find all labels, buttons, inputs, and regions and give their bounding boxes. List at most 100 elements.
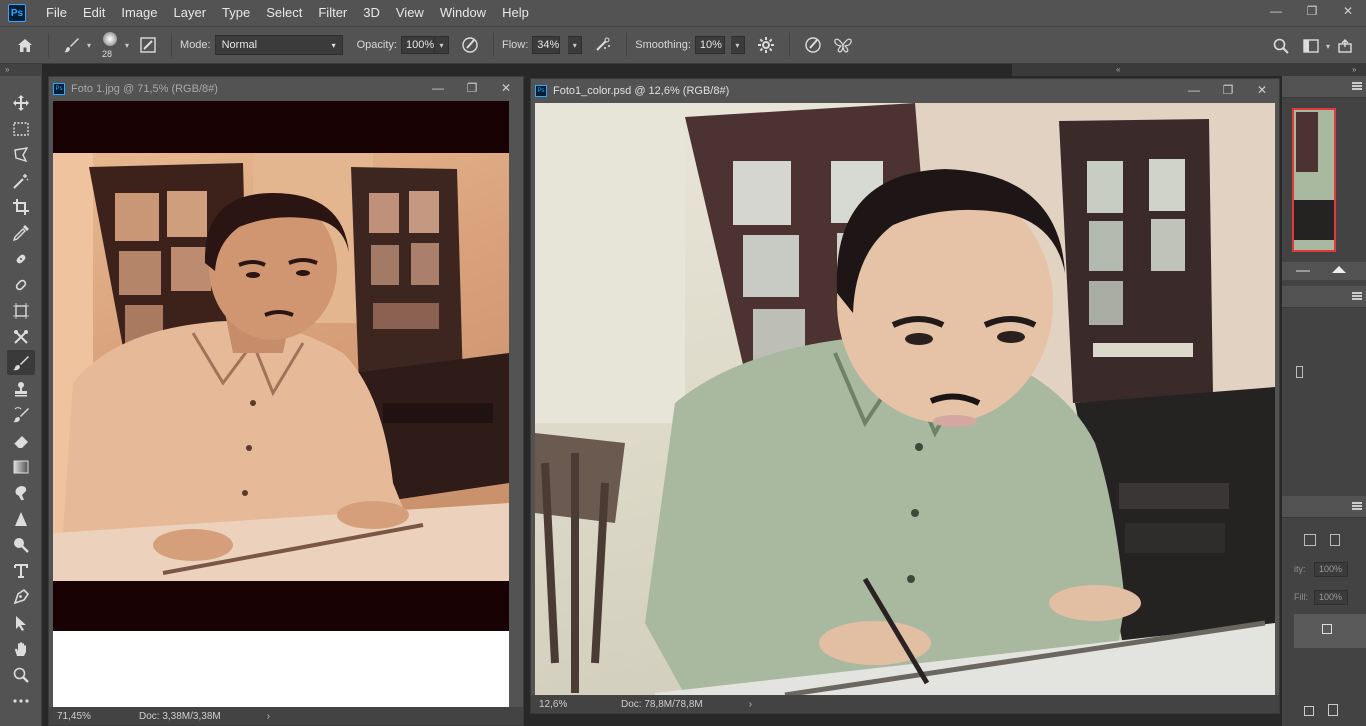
flow-field[interactable]: 34% <box>532 36 561 54</box>
menu-view[interactable]: View <box>388 0 432 26</box>
zoom-out-icon[interactable] <box>1296 270 1310 272</box>
sharpen-tool-icon[interactable] <box>7 506 35 531</box>
trash-icon[interactable] <box>1328 704 1338 716</box>
gradient-tool-icon[interactable] <box>7 454 35 479</box>
pressure-size-icon[interactable] <box>802 34 824 56</box>
zoom-tool-icon[interactable] <box>7 662 35 687</box>
menu-help[interactable]: Help <box>494 0 537 26</box>
pressure-opacity-icon[interactable] <box>459 34 481 56</box>
type-tool-icon[interactable] <box>7 558 35 583</box>
document-canvas[interactable] <box>535 103 1275 695</box>
healing-brush-tool-icon[interactable] <box>7 246 35 271</box>
restore-icon[interactable]: ❐ <box>1294 0 1330 22</box>
layer-fill-label: Fill: <box>1294 592 1308 602</box>
chevron-right-icon[interactable]: › <box>749 699 752 710</box>
panel-menu-icon[interactable] <box>1352 502 1362 510</box>
history-brush-tool-icon[interactable] <box>7 402 35 427</box>
chevron-right-icon[interactable]: › <box>267 711 270 722</box>
new-layer-icon[interactable] <box>1304 706 1314 716</box>
mode-select[interactable]: Normal ▾ <box>214 35 343 55</box>
brush-tool-icon[interactable] <box>61 34 83 56</box>
restore-icon[interactable]: ❐ <box>455 77 489 99</box>
collapse-panels-icon[interactable]: « <box>1116 64 1120 76</box>
chevron-down-icon[interactable]: ▾ <box>568 36 583 54</box>
gear-icon[interactable] <box>755 34 777 56</box>
content-aware-move-icon[interactable] <box>7 324 35 349</box>
photoshop-logo[interactable]: Ps <box>8 4 26 22</box>
airbrush-icon[interactable] <box>592 34 614 56</box>
dodge-tool-icon[interactable] <box>7 532 35 557</box>
menu-select[interactable]: Select <box>258 0 310 26</box>
close-icon[interactable]: ✕ <box>489 77 523 99</box>
document-tab-bar[interactable]: Ps Foto1_color.psd @ 12,6% (RGB/8#) — ❐ … <box>531 79 1279 103</box>
pen-tool-icon[interactable] <box>7 584 35 609</box>
smudge-tool-icon[interactable] <box>7 480 35 505</box>
patch-tool-icon[interactable] <box>7 272 35 297</box>
layers-panel-header[interactable] <box>1282 496 1366 518</box>
share-icon[interactable] <box>1334 35 1356 57</box>
adjustments-panel-header[interactable] <box>1282 286 1366 308</box>
move-tool-icon[interactable] <box>7 90 35 115</box>
search-icon[interactable] <box>1270 35 1292 57</box>
chevron-down-icon[interactable]: ▾ <box>434 36 449 54</box>
eraser-tool-icon[interactable] <box>7 428 35 453</box>
lasso-tool-icon[interactable] <box>7 142 35 167</box>
lock-icon[interactable] <box>1322 624 1332 634</box>
close-icon[interactable]: ✕ <box>1330 0 1366 22</box>
expand-panels-icon[interactable]: » <box>1352 64 1356 76</box>
menu-file[interactable]: File <box>38 0 75 26</box>
chevron-down-icon[interactable]: ▾ <box>1326 42 1330 51</box>
minimize-icon[interactable]: — <box>1258 0 1294 22</box>
zoom-level[interactable]: 71,45% <box>49 711 129 722</box>
home-icon[interactable] <box>14 34 36 56</box>
magic-wand-tool-icon[interactable] <box>7 168 35 193</box>
smart-object-filter-icon[interactable] <box>1330 534 1340 546</box>
layer-fill-field[interactable]: 100% <box>1314 590 1348 605</box>
symmetry-butterfly-icon[interactable] <box>832 34 854 56</box>
menu-edit[interactable]: Edit <box>75 0 113 26</box>
navigator-thumbnail[interactable] <box>1292 108 1336 252</box>
opacity-field[interactable]: 100% <box>400 36 435 54</box>
chevron-down-icon[interactable]: ▾ <box>125 41 129 50</box>
menu-type[interactable]: Type <box>214 0 258 26</box>
document-canvas[interactable] <box>53 101 509 711</box>
thumbnail-detail <box>1294 200 1334 240</box>
close-icon[interactable]: ✕ <box>1245 79 1279 101</box>
toolbar-collapse-arrows[interactable]: » <box>0 64 42 76</box>
brush-tool-icon[interactable] <box>6 350 35 375</box>
menu-image[interactable]: Image <box>113 0 165 26</box>
menu-window[interactable]: Window <box>432 0 494 26</box>
layer-row[interactable] <box>1294 614 1366 648</box>
more-tools-icon[interactable] <box>7 688 35 713</box>
document-tab-bar[interactable]: Ps Foto 1.jpg @ 71,5% (RGB/8#) — ❐ ✕ <box>49 77 523 101</box>
path-selection-tool-icon[interactable] <box>7 610 35 635</box>
panel-menu-icon[interactable] <box>1352 82 1362 90</box>
brush-preset-picker[interactable]: 28 <box>97 30 123 60</box>
zoom-level[interactable]: 12,6% <box>531 699 611 710</box>
crop-tool-icon[interactable] <box>7 194 35 219</box>
clone-stamp-tool-icon[interactable] <box>7 376 35 401</box>
layer-opacity-field[interactable]: 100% <box>1314 562 1348 577</box>
workspace-icon[interactable] <box>1300 35 1322 57</box>
smoothing-field[interactable]: 10% <box>694 36 725 54</box>
chevron-down-icon[interactable]: ▾ <box>87 41 91 50</box>
chevron-down-icon[interactable]: ▾ <box>730 36 745 54</box>
zoom-in-icon[interactable] <box>1332 266 1346 273</box>
document-status-bar: 12,6% Doc: 78,8M/78,8M › <box>531 695 1279 713</box>
hand-tool-icon[interactable] <box>7 636 35 661</box>
navigator-panel-header[interactable] <box>1282 76 1366 98</box>
frame-tool-icon[interactable] <box>7 298 35 323</box>
minimize-icon[interactable]: — <box>1177 79 1211 101</box>
marquee-tool-icon[interactable] <box>7 116 35 141</box>
restore-icon[interactable]: ❐ <box>1211 79 1245 101</box>
menu-3d[interactable]: 3D <box>355 0 388 26</box>
artboard-filter-icon[interactable] <box>1304 534 1316 546</box>
eyedropper-tool-icon[interactable] <box>7 220 35 245</box>
brush-settings-icon[interactable] <box>137 34 159 56</box>
panel-menu-icon[interactable] <box>1352 292 1362 300</box>
menu-filter[interactable]: Filter <box>310 0 355 26</box>
menu-layer[interactable]: Layer <box>166 0 215 26</box>
document-status-bar: 71,45% Doc: 3,38M/3,38M › <box>49 707 523 725</box>
minimize-icon[interactable]: — <box>421 77 455 99</box>
grid-icon[interactable] <box>1296 366 1303 378</box>
